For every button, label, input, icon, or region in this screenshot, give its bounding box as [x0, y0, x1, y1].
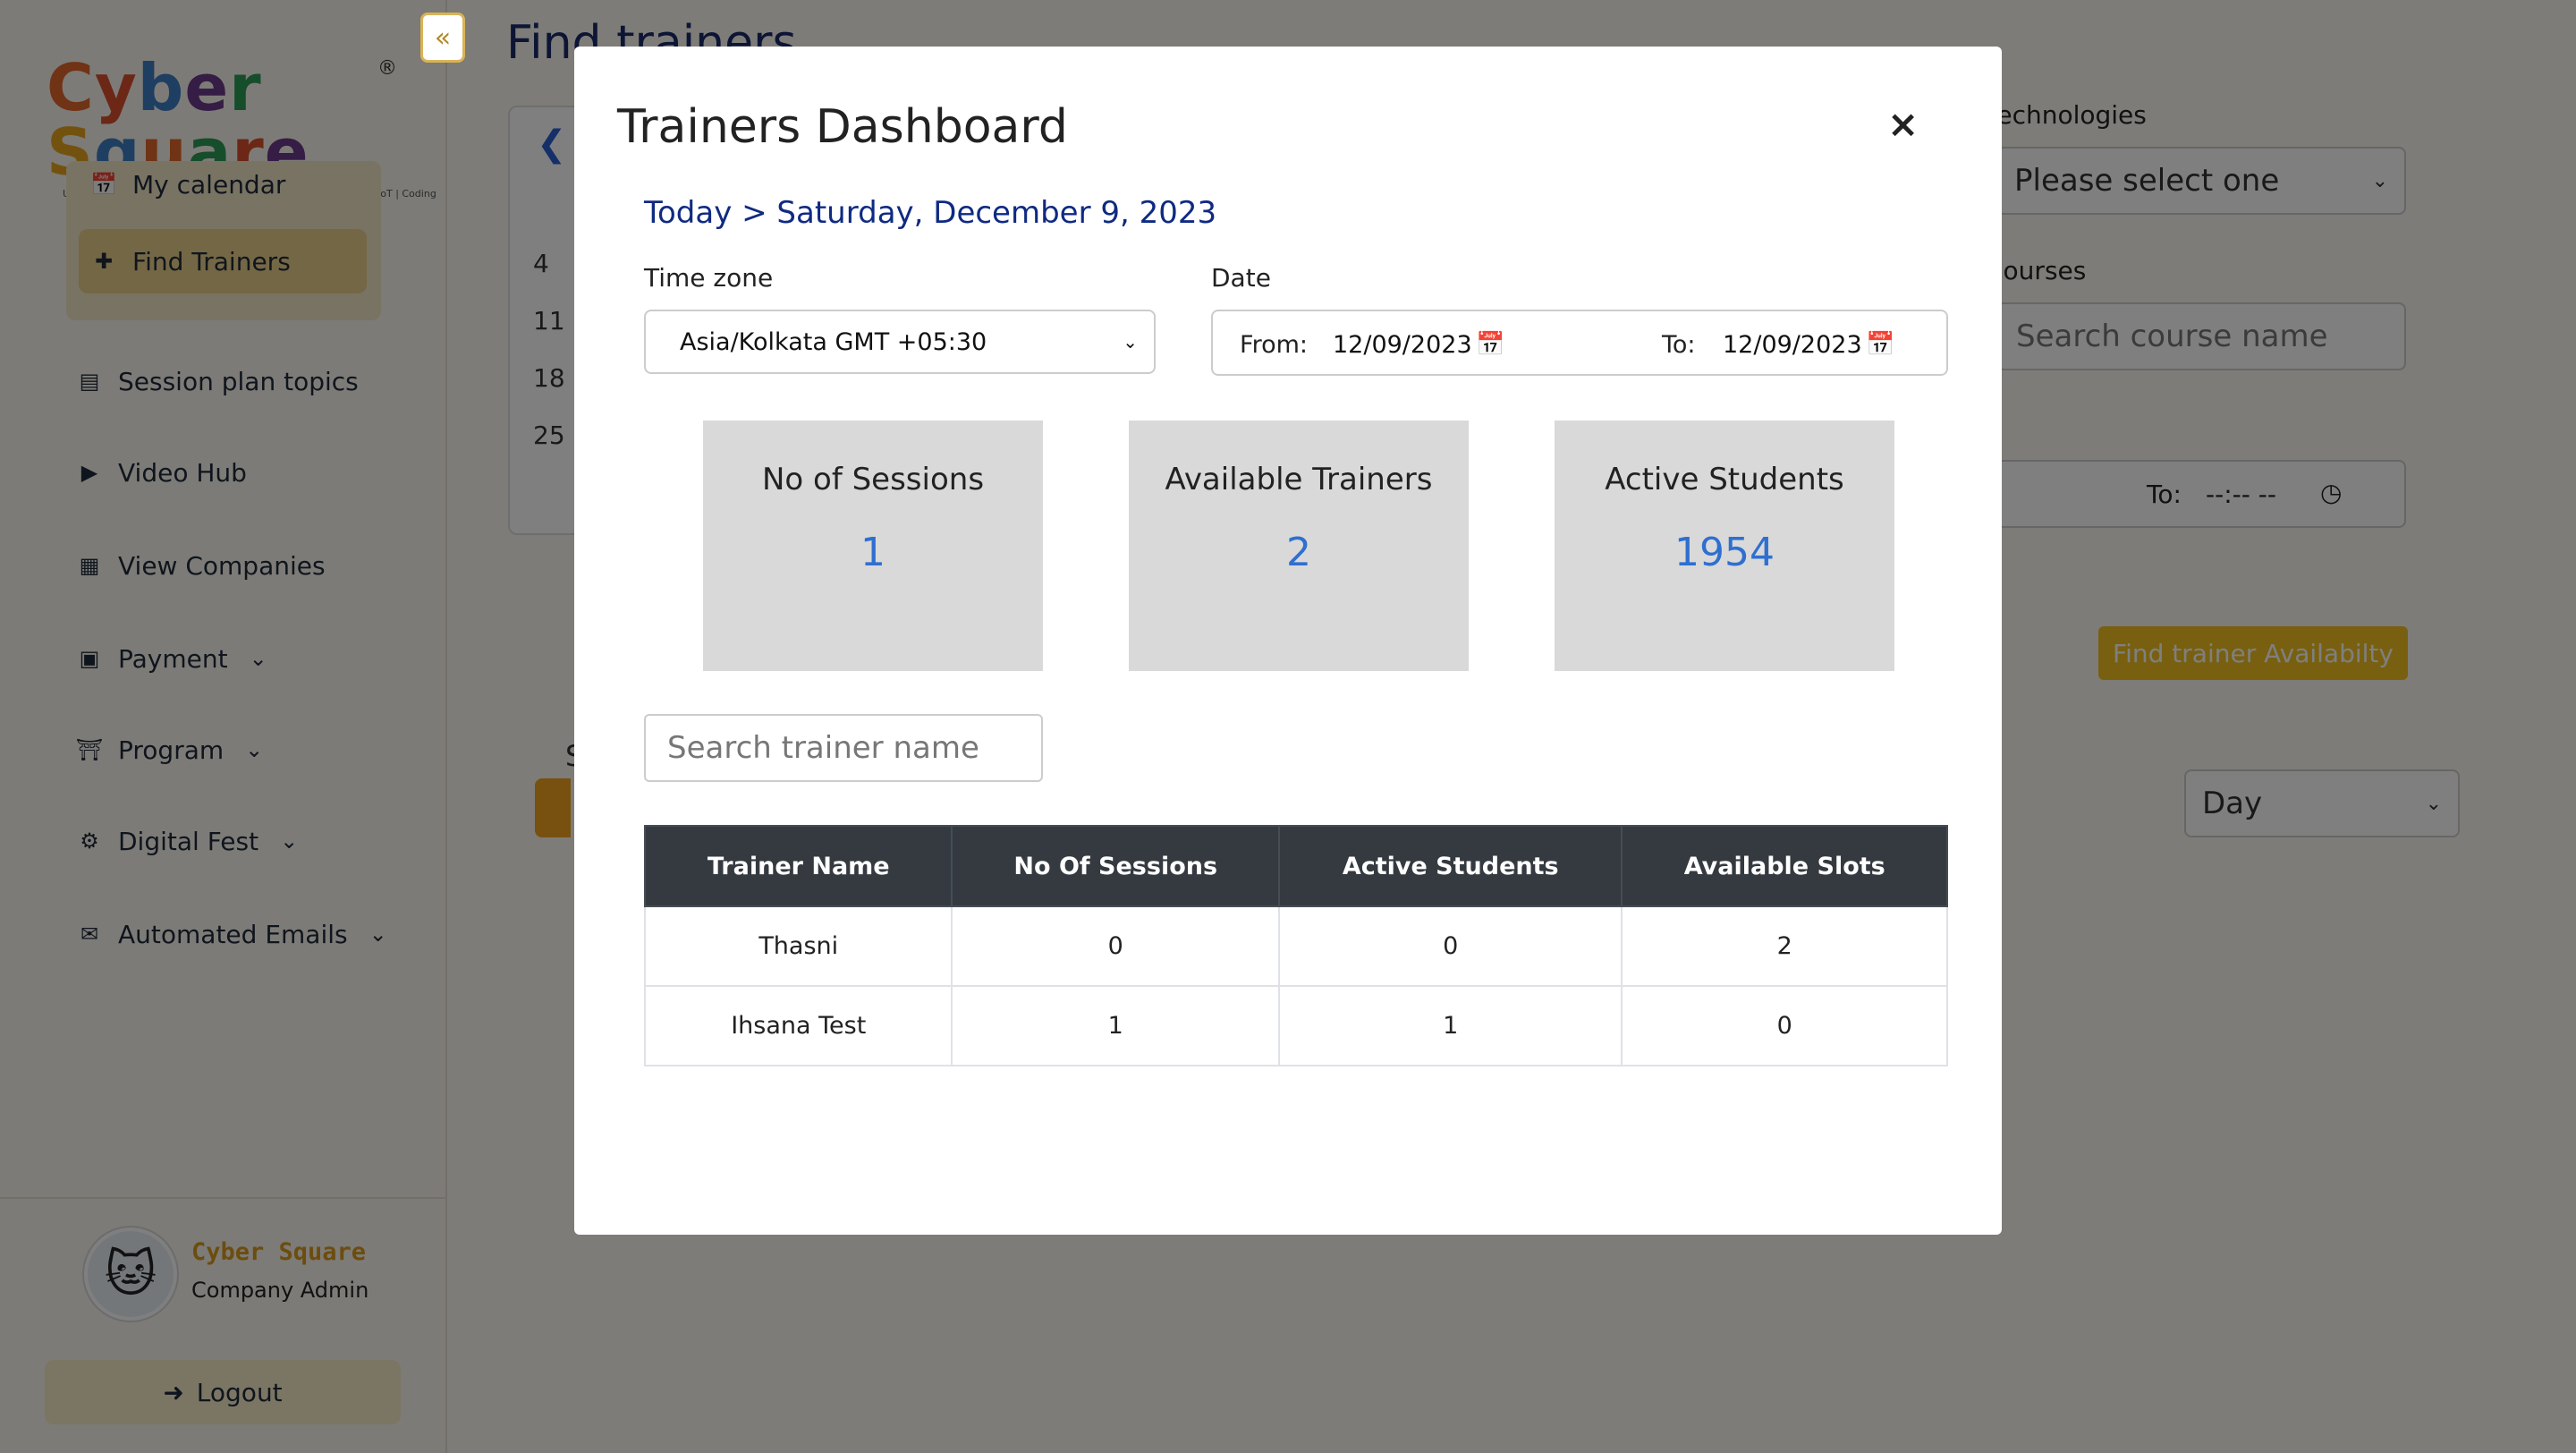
table-cell: Ihsana Test: [643, 985, 953, 1066]
calendar-icon[interactable]: 📅: [1476, 331, 1504, 358]
timezone-value: Asia/Kolkata GMT +05:30: [680, 327, 987, 356]
stat-label: Available Trainers: [1165, 462, 1433, 497]
trainer-search-input[interactable]: Search trainer name: [644, 714, 1043, 782]
from-label: From:: [1240, 331, 1308, 359]
to-date-input[interactable]: 12/09/2023: [1723, 331, 1862, 359]
modal-title: Trainers Dashboard: [617, 100, 1068, 154]
stat-value: 1954: [1674, 530, 1775, 575]
stat-card-active-students: Active Students 1954: [1555, 421, 1894, 671]
stat-label: Active Students: [1605, 462, 1844, 497]
timezone-label: Time zone: [644, 263, 774, 293]
stat-card-sessions: No of Sessions 1: [703, 421, 1043, 671]
collapse-sidebar-button[interactable]: «: [420, 13, 465, 63]
table-cell: 1: [1277, 985, 1623, 1066]
table-row[interactable]: Ihsana Test 1 1 0: [643, 985, 1948, 1066]
table-cell: 0: [951, 905, 1280, 987]
close-icon[interactable]: ×: [1887, 102, 1919, 146]
stat-label: No of Sessions: [761, 462, 985, 497]
trainers-table: Trainer Name No Of Sessions Active Stude…: [643, 825, 1948, 1066]
to-label: To:: [1662, 331, 1696, 359]
stat-value: 2: [1286, 530, 1311, 575]
column-header-available-slots[interactable]: Available Slots: [1621, 825, 1948, 907]
trainers-dashboard-modal: Trainers Dashboard × Today > Saturday, D…: [574, 47, 2002, 1235]
table-cell: 1: [951, 985, 1280, 1066]
column-header-trainer-name[interactable]: Trainer Name: [643, 825, 953, 907]
table-header-row: Trainer Name No Of Sessions Active Stude…: [643, 825, 1948, 907]
chevron-down-icon: ⌄: [1123, 331, 1138, 353]
stat-card-available-trainers: Available Trainers 2: [1129, 421, 1469, 671]
table-cell: 2: [1621, 905, 1948, 987]
column-header-sessions[interactable]: No Of Sessions: [951, 825, 1280, 907]
table-row[interactable]: Thasni 0 0 2: [643, 905, 1948, 987]
from-date-input[interactable]: 12/09/2023: [1333, 331, 1472, 359]
table-cell: Thasni: [643, 905, 953, 987]
date-label: Date: [1211, 263, 1271, 293]
table-cell: 0: [1277, 905, 1623, 987]
double-chevron-left-icon: «: [434, 21, 452, 54]
stat-value: 1: [860, 530, 886, 575]
trainer-search-placeholder: Search trainer name: [667, 730, 979, 766]
calendar-icon[interactable]: 📅: [1866, 331, 1894, 358]
breadcrumb: Today > Saturday, December 9, 2023: [644, 195, 1217, 231]
table-cell: 0: [1621, 985, 1948, 1066]
date-range-box: From: 12/09/2023 📅 To: 12/09/2023 📅: [1211, 310, 1948, 376]
timezone-select[interactable]: Asia/Kolkata GMT +05:30 ⌄: [644, 310, 1156, 374]
column-header-active-students[interactable]: Active Students: [1277, 825, 1623, 907]
